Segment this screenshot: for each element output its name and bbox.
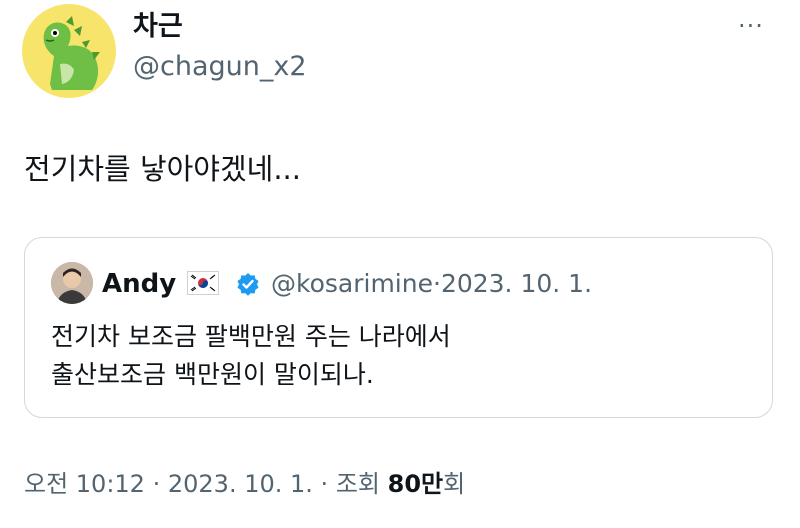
views-label: 조회 [335,470,380,498]
quoted-tweet[interactable]: Andy @kosarimine·2023. 10. 1. 전기차 보조금 팔백… [24,237,773,418]
flag-graphic [190,274,216,292]
tweet-time[interactable]: 오전 10:12 [24,470,145,498]
quoted-text-line-2: 출산보조금 백만원이 말이되나. [51,360,374,389]
views-count: 80만 [387,470,444,498]
quoted-date[interactable]: 2023. 10. 1. [441,269,592,298]
dinosaur-avatar-icon [43,16,100,90]
quoted-text: 전기차 보조금 팔백만원 주는 나라에서 출산보조금 백만원이 말이되나. [51,318,451,394]
views-suffix: 회 [443,470,466,498]
tweet-text: 전기차를 낳아야겠네... [24,152,301,186]
verified-badge-icon[interactable] [236,272,260,296]
author-handle[interactable]: @chagun_x2 [133,50,307,84]
south-korea-flag-icon [187,271,219,295]
tweet-date[interactable]: 2023. 10. 1. [168,470,313,498]
quoted-author-avatar[interactable] [51,262,93,304]
quoted-separator: · [432,269,441,298]
quoted-meta: @kosarimine·2023. 10. 1. [271,267,592,301]
quoted-text-line-1: 전기차 보조금 팔백만원 주는 나라에서 [51,322,451,351]
author-avatar[interactable] [22,4,116,98]
person-photo-icon [51,262,93,304]
quoted-author-name[interactable]: Andy [102,267,176,301]
quoted-handle[interactable]: @kosarimine [271,269,433,298]
verified-check-graphic [237,273,259,296]
author-display-name[interactable]: 차근 [133,10,183,44]
meta-separator: · [152,470,161,498]
tweet-meta: 오전 10:12 · 2023. 10. 1. · 조회 80만회 [24,467,465,501]
more-options-icon[interactable]: ··· [738,14,764,38]
meta-separator: · [320,470,329,498]
